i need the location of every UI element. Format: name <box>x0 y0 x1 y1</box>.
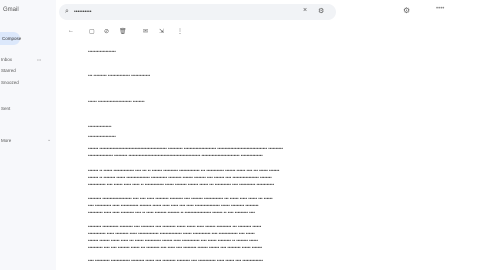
search-bar[interactable]: ⌕ •••••••••• × ⚙ <box>59 4 336 20</box>
filter-icon[interactable]: ⚙ <box>318 7 324 15</box>
sidebar-item-starred[interactable]: Starred <box>1 68 16 73</box>
sidebar-item-sent[interactable]: Sent <box>1 106 10 111</box>
gear-icon[interactable]: ⚙ <box>403 6 410 15</box>
message-recipient: •••••• ••••••••••••••••••••••• •••••••• <box>88 99 145 104</box>
compose-button[interactable]: Compose <box>0 32 22 45</box>
search-icon[interactable]: ⌕ <box>65 8 69 16</box>
message-greeting: •••••••••••••••• <box>88 124 112 129</box>
sidebar-item-snoozed[interactable]: Snoozed <box>1 80 19 85</box>
message-body-line: ••••••••••••••••• ••••••••• ••••••••••••… <box>88 153 263 158</box>
delete-icon[interactable]: 🗑 <box>119 28 127 35</box>
search-input[interactable]: •••••••••• <box>74 9 92 15</box>
avatar[interactable]: •••• <box>436 6 444 12</box>
chevron-down-icon[interactable]: ⌄ <box>47 137 51 143</box>
move-icon[interactable]: ⇲ <box>159 28 164 35</box>
message-body-line: •••• •••••••••• ••••••••••••• ••••••••• … <box>88 258 263 263</box>
sidebar-item-inbox-count: ••• <box>37 57 42 62</box>
mark-unread-icon[interactable]: ✉ <box>143 28 148 35</box>
back-arrow-icon[interactable]: ← <box>68 28 74 34</box>
close-icon[interactable]: × <box>303 7 307 14</box>
message-subject: ••••••••••••••••••• <box>88 49 116 54</box>
message-body-line: •••••••••• •••• •••• •••••••• •••••• •••… <box>88 245 263 250</box>
sidebar-item-inbox[interactable]: Inbox <box>1 57 12 62</box>
sidebar-item-more[interactable]: More <box>1 138 11 143</box>
compose-label: Compose <box>2 35 22 41</box>
sidebar: Gmail Compose Inbox ••• Starred Snoozed … <box>0 0 56 270</box>
message-section-title: ••••••••••••••••••• <box>88 134 116 139</box>
report-spam-icon[interactable]: ⊘ <box>104 28 109 35</box>
more-vert-icon[interactable]: ⋮ <box>177 28 183 35</box>
message-sender: ••• ••••••••• ••••••••••••••• ••••••••••… <box>88 73 151 78</box>
app-brand[interactable]: Gmail <box>3 7 19 13</box>
message-body-line: •••••••••••• •••• •••••• ••••• ••••• •• … <box>88 182 275 187</box>
archive-icon[interactable]: ▢ <box>89 28 95 35</box>
message-body-line: •••••••••• ••••• ••••• ••••••••• •••• ••… <box>88 210 255 215</box>
